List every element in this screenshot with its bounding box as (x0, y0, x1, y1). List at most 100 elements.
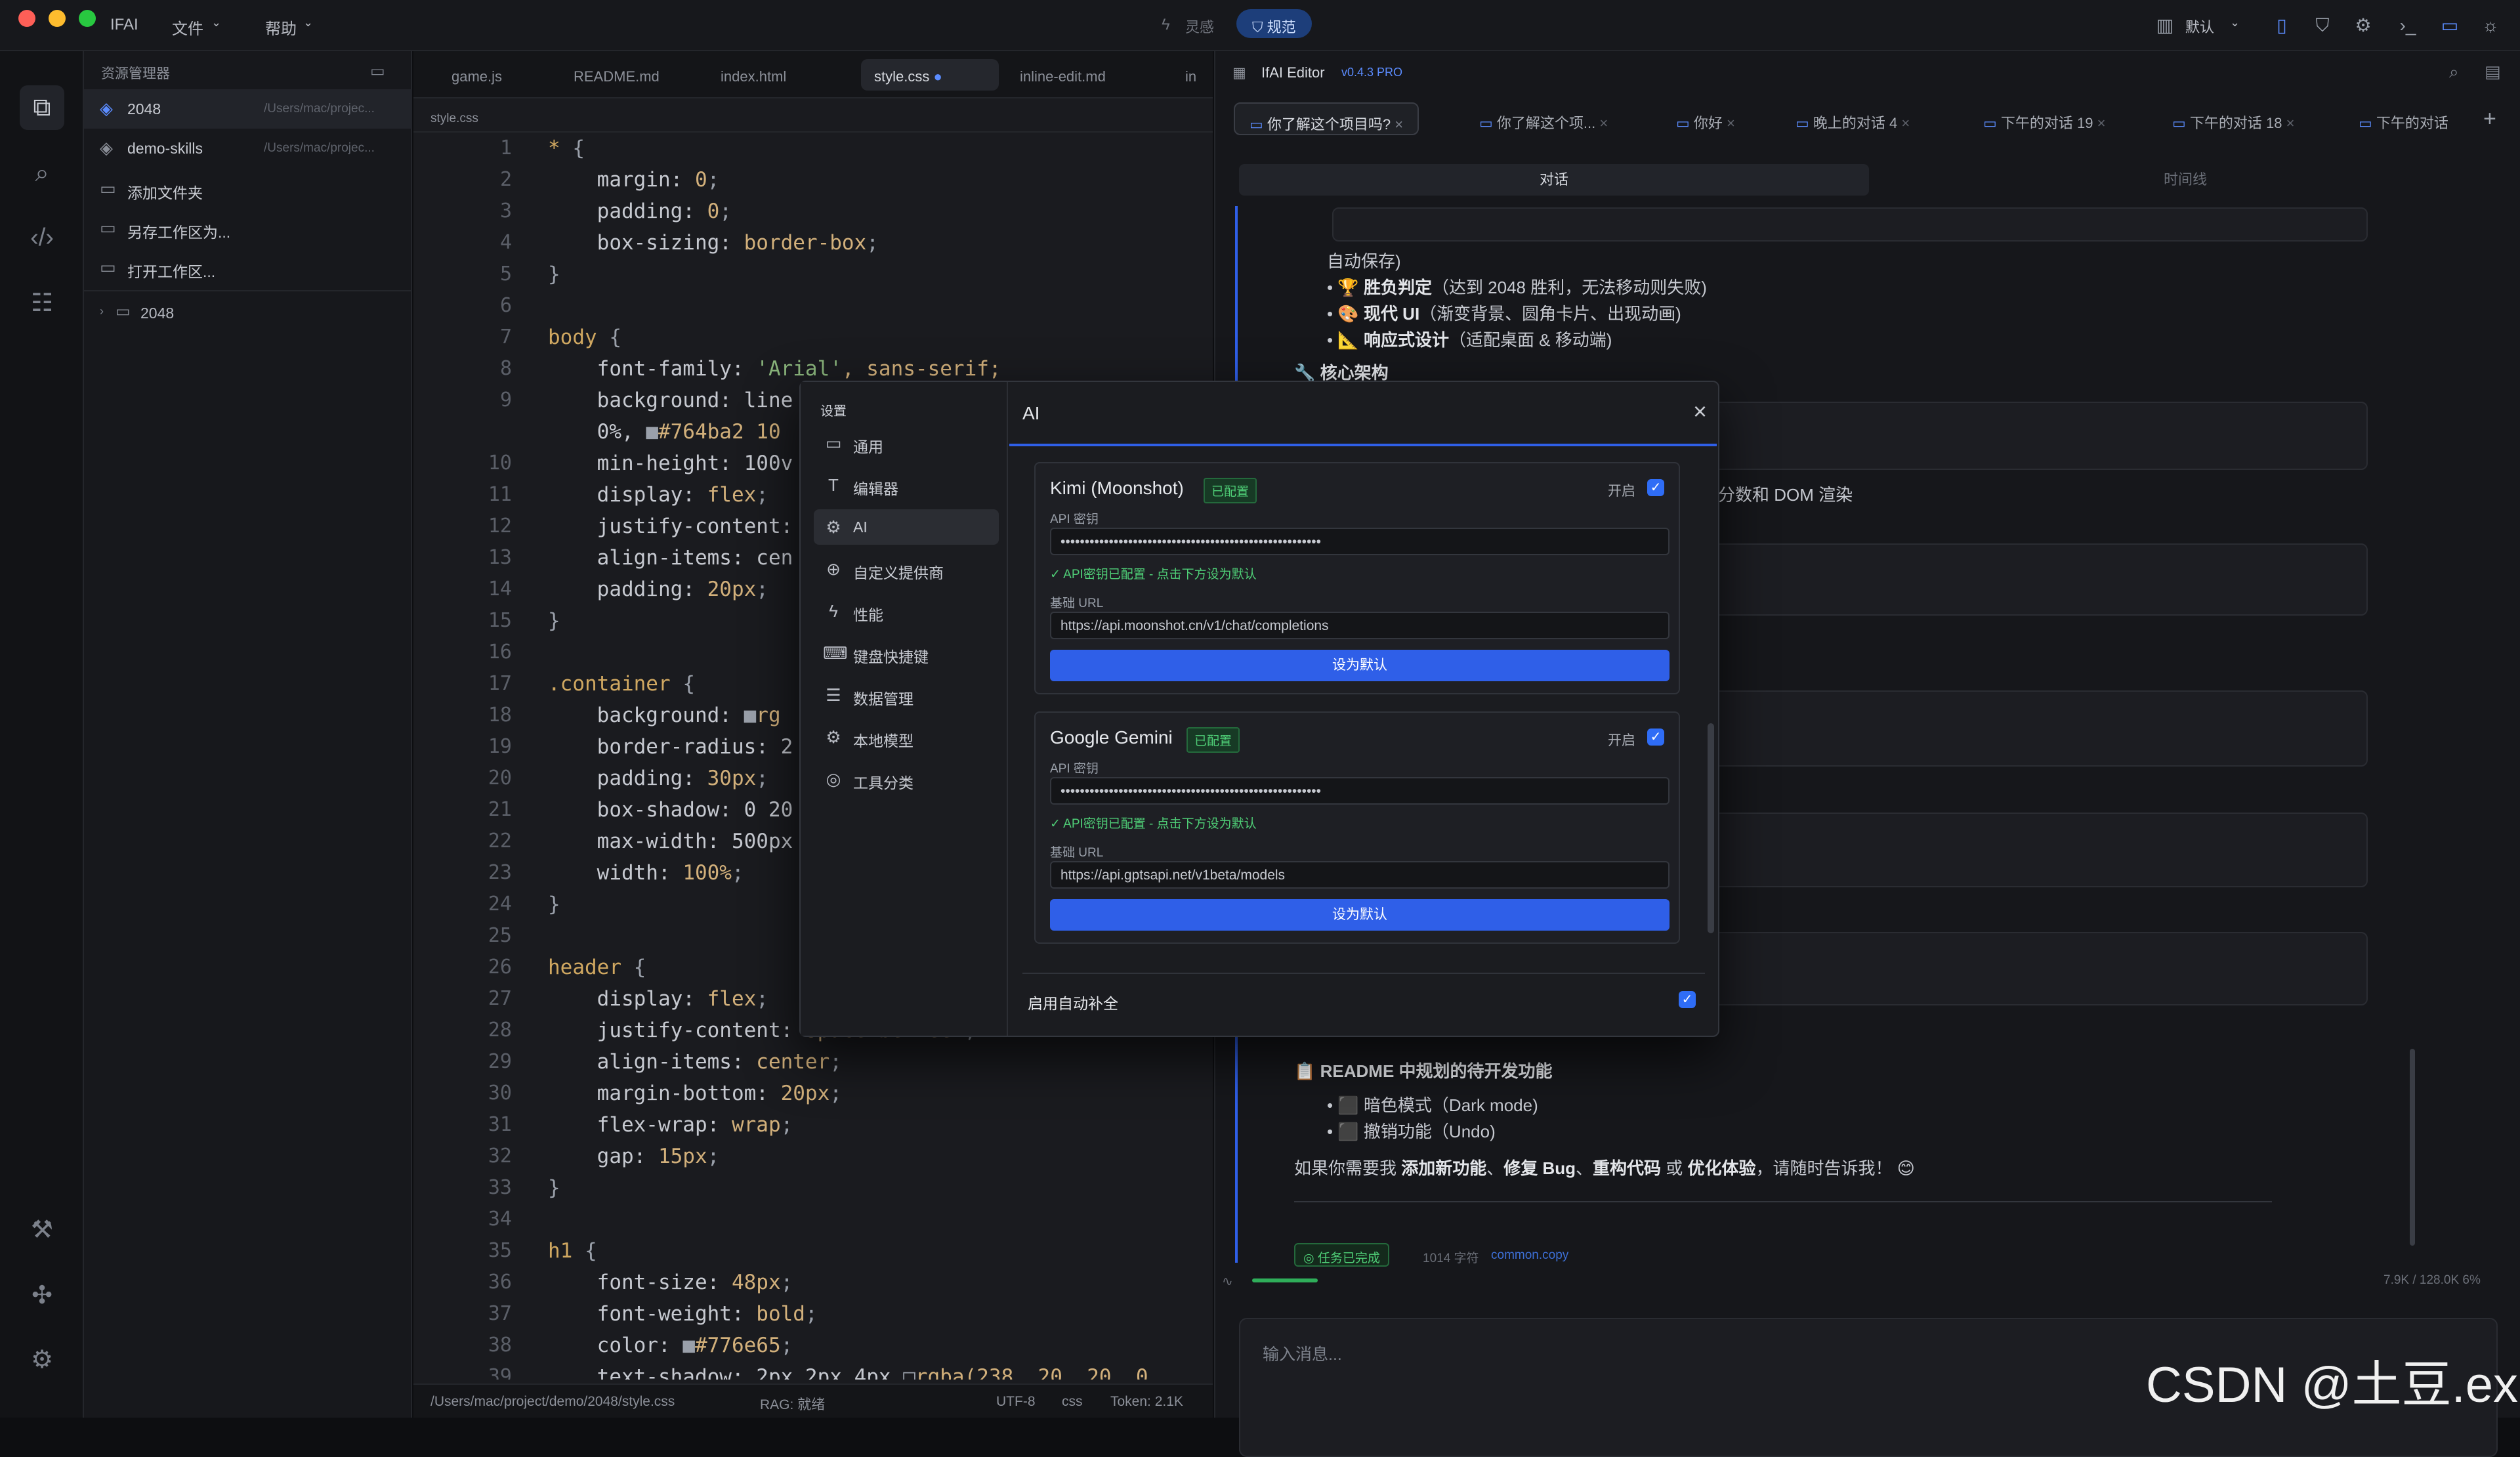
new-chat-icon[interactable]: + (2483, 106, 2496, 132)
terminal-icon[interactable]: ›_ (2397, 14, 2419, 37)
code-token: ; (756, 987, 768, 1011)
settings-nav-item[interactable]: T 编辑器 (814, 467, 999, 503)
settings-nav-item[interactable]: ⚙ 本地模型 (814, 719, 999, 755)
settings-nav-item[interactable]: ▭ 通用 (814, 425, 999, 461)
close-icon[interactable]: × (2282, 115, 2295, 131)
files-icon[interactable]: ⧉ (20, 85, 64, 130)
wrench-icon[interactable]: ⚒ (20, 1208, 64, 1252)
layout-select[interactable]: 默认 (2185, 16, 2214, 37)
settings-nav-item[interactable]: ϟ 性能 (814, 593, 999, 629)
close-icon[interactable]: × (1897, 115, 1910, 131)
close-window-button[interactable] (18, 10, 35, 27)
tab-index-html[interactable]: index.html (707, 59, 799, 91)
chat-tab[interactable]: ▭ 你了解这个项... × (1465, 102, 1622, 135)
code-token: ; (830, 1082, 842, 1105)
status-encoding[interactable]: UTF-8 (996, 1394, 1036, 1410)
copy-button[interactable]: common.copy (1491, 1248, 1568, 1263)
search-icon[interactable]: ⌕ (2449, 62, 2459, 83)
status-language[interactable]: css (1062, 1394, 1083, 1410)
enabled-checkbox[interactable]: ✓ (1647, 728, 1664, 746)
autocomplete-checkbox[interactable]: ✓ (1679, 991, 1696, 1008)
sidebar-toggle-icon[interactable]: ▯ (2271, 14, 2293, 37)
code-line: gap: 15px; (548, 1145, 720, 1168)
shield-icon[interactable]: ⛉ (2311, 14, 2334, 37)
tab-overflow[interactable]: in (1172, 59, 1209, 91)
document-icon[interactable]: ▤ (2485, 62, 2501, 82)
settings-nav-label: 性能 (853, 606, 883, 623)
workspace-item[interactable]: ◈ demo-skills /Users/mac/projec... (84, 129, 412, 168)
gear-icon[interactable]: ⚙ (2352, 14, 2374, 37)
tab-game-js[interactable]: game.js (438, 59, 515, 91)
code-token: display: (548, 483, 707, 507)
tree-root-item[interactable]: › ▭ 2048 (84, 293, 412, 332)
close-icon[interactable]: × (2093, 115, 2106, 131)
open-workspace-item[interactable]: ▭ 打开工作区... (84, 248, 412, 287)
tab-inline-edit[interactable]: inline-edit.md (1007, 59, 1119, 91)
chat-tab[interactable]: ▭ 下午的对话 18 × (2158, 102, 2309, 135)
tab-readme[interactable]: README.md (560, 59, 673, 91)
tree-root-label: 2048 (140, 305, 175, 322)
settings-nav-item[interactable]: ☰ 数据管理 (814, 677, 999, 713)
settings-nav-item[interactable]: ⚙ AI (814, 509, 999, 545)
code-line: background: line (548, 389, 793, 412)
set-default-button[interactable]: 设为默认 (1050, 899, 1670, 931)
settings-nav-item[interactable]: ⌨ 键盘快捷键 (814, 635, 999, 671)
close-icon[interactable]: × (1693, 398, 1707, 425)
line-number: 18 (488, 704, 512, 727)
code-line: } (548, 893, 560, 916)
settings-nav-item[interactable]: ◎ 工具分类 (814, 761, 999, 797)
search-icon[interactable]: ⌕ (20, 151, 64, 196)
enabled-checkbox[interactable]: ✓ (1647, 479, 1664, 496)
close-icon[interactable]: × (1391, 116, 1403, 133)
code-line: display: flex; (548, 483, 768, 507)
mode-plan-button[interactable]: ⛉ 规范 (1236, 9, 1312, 38)
layout-icon[interactable]: ▥ (2154, 14, 2176, 37)
code-token: flex (707, 987, 757, 1011)
tasks-icon[interactable]: ☷ (20, 281, 64, 326)
minimize-window-button[interactable] (49, 10, 66, 27)
chat-toggle-icon[interactable]: ▭ (2439, 14, 2461, 37)
code-token: ; (780, 1113, 793, 1137)
base-url-input[interactable]: https://api.moonshot.cn/v1/chat/completi… (1050, 612, 1670, 639)
settings-scrollbar[interactable] (1708, 723, 1714, 933)
subtab-chat[interactable]: 对话 (1239, 164, 1869, 196)
chat-scrollbar[interactable] (2410, 1049, 2415, 1246)
chat-tab[interactable]: ▭ 你好 × (1662, 102, 1750, 135)
settings-icon[interactable]: ⚙ (20, 1338, 64, 1382)
mode-agent-button[interactable]: 灵感 (1185, 16, 1214, 37)
workspace-item[interactable]: ◈ 2048 /Users/mac/projec... (84, 89, 412, 129)
code-token: width: (548, 861, 683, 885)
add-folder-item[interactable]: ▭ 添加文件夹 (84, 169, 412, 209)
api-key-label: API 密钥 (1050, 513, 1099, 526)
chat-tab[interactable]: ▭ 下午的对话 19 × (1969, 102, 2120, 135)
api-key-input[interactable]: ••••••••••••••••••••••••••••••••••••••••… (1050, 777, 1670, 805)
status-rag: RAG: 就绪 (760, 1397, 826, 1412)
code-icon[interactable]: ‹/› (20, 215, 64, 260)
chat-tab[interactable]: ▭ 晚上的对话 4 × (1781, 102, 1924, 135)
save-workspace-item[interactable]: ▭ 另存工作区为... (84, 209, 412, 248)
folder-icon[interactable]: ▭ (370, 62, 385, 81)
base-url-input[interactable]: https://api.gptsapi.net/v1beta/models (1050, 861, 1670, 889)
workspace-path: /Users/mac/projec... (264, 102, 375, 116)
code-token: 0 (694, 168, 707, 192)
extensions-icon[interactable]: ✣ (20, 1273, 64, 1318)
settings-nav-item[interactable]: ⊕ 自定义提供商 (814, 551, 999, 587)
chat-tab-label: 下午的对话 (2376, 115, 2448, 131)
editor-icon: ▦ (1232, 64, 1246, 81)
zoom-window-button[interactable] (79, 10, 96, 27)
close-icon[interactable]: × (1723, 115, 1735, 131)
chat-tab-label: 你了解这个项... (1496, 115, 1596, 131)
chat-tab[interactable]: ▭ 下午的对话 (2344, 102, 2463, 135)
set-default-button[interactable]: 设为默认 (1050, 650, 1670, 681)
settings-nav-icon: ☰ (826, 685, 841, 705)
subtab-timeline[interactable]: 时间线 (1870, 164, 2500, 196)
chat-text-line: • ⬛ 暗色模式（Dark mode) (1327, 1095, 1538, 1115)
sun-icon[interactable]: ☼ (2479, 14, 2502, 37)
tab-style-css[interactable]: style.css ● (861, 59, 999, 91)
chat-tab[interactable]: ▭ 你了解这个项目吗? × (1234, 102, 1419, 135)
code-token: body (548, 326, 610, 349)
menu-file[interactable]: 文件 (172, 16, 203, 39)
close-icon[interactable]: × (1595, 115, 1608, 131)
api-key-input[interactable]: ••••••••••••••••••••••••••••••••••••••••… (1050, 528, 1670, 555)
menu-help[interactable]: 帮助 (265, 16, 297, 39)
